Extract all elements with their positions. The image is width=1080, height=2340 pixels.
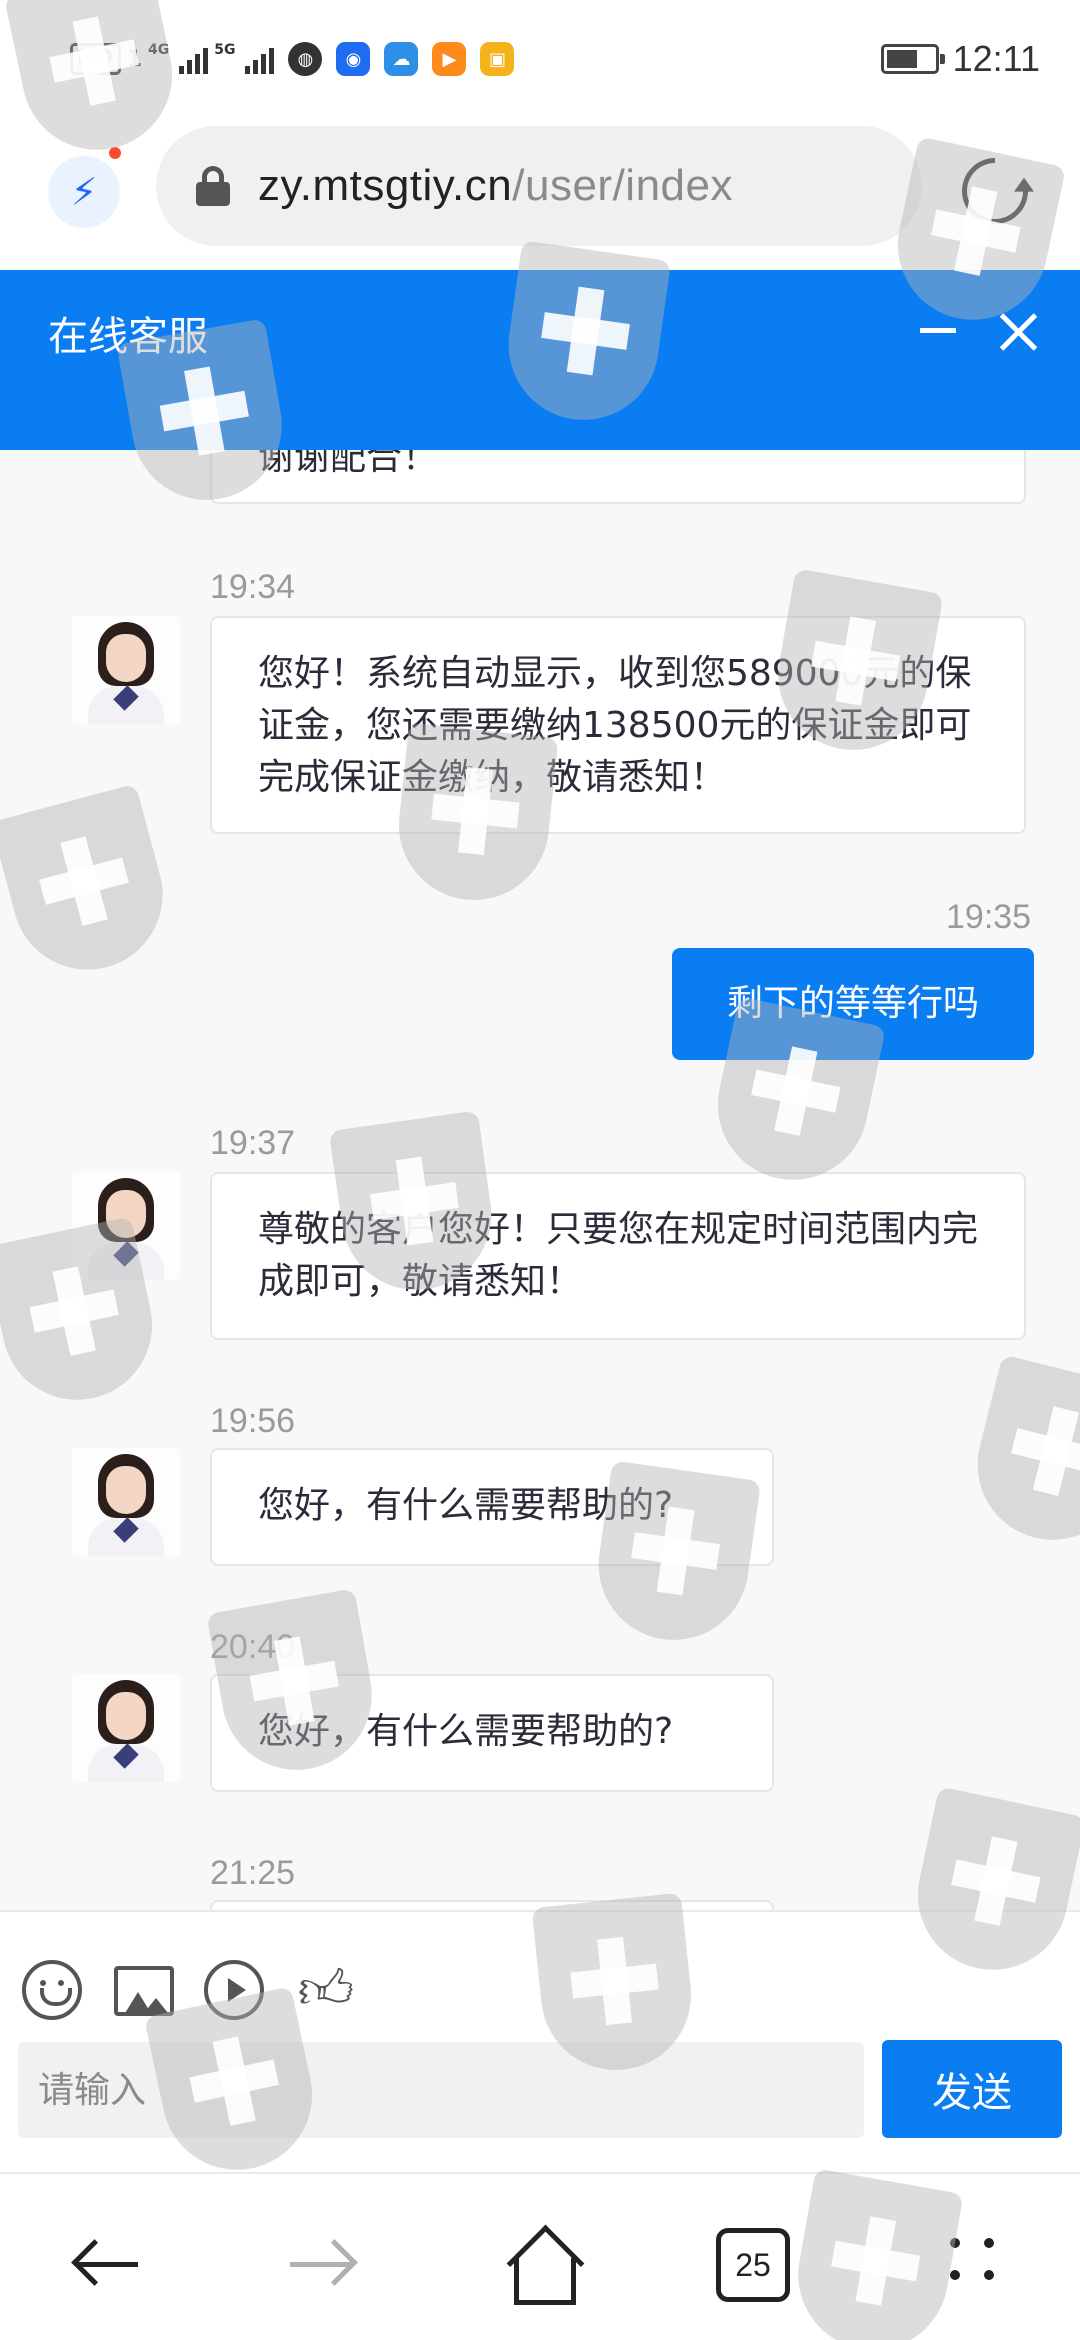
browser-bottom-nav: 25: [0, 2172, 1080, 2340]
message-bubble-incoming: 您好，有什么需要帮助的?: [210, 1674, 774, 1792]
cloud-icon: ☁: [384, 42, 419, 76]
avatar: [72, 1172, 180, 1280]
message-bubble-outgoing: 剩下的等等行吗: [672, 948, 1034, 1060]
forward-icon[interactable]: [282, 2224, 362, 2304]
url-path: /user/index: [512, 161, 733, 210]
hd-badge: HD: [70, 43, 121, 75]
status-right: 12:11: [880, 38, 1040, 80]
message-timestamp: 19:35: [946, 898, 1032, 936]
message-timestamp: 21:25: [210, 1854, 296, 1892]
url-host: zy.mtsgtiy.cn: [258, 161, 513, 210]
tabs-button[interactable]: 25: [716, 2228, 790, 2302]
play-icon: ▶: [432, 42, 467, 76]
message-text: 谢谢配合！: [258, 450, 439, 478]
network-type-2: 5G: [214, 42, 236, 58]
network-type-1: 4G: [148, 42, 170, 58]
message-text: 您好，有什么需要帮助的?: [258, 1711, 674, 1752]
reload-icon[interactable]: [948, 144, 1042, 238]
status-bar: HD 1 4G 5G ◍ ◉ ☁ ▶ ▣ 12:11: [0, 0, 1080, 120]
globe-icon: ◍: [288, 42, 323, 76]
message-timestamp: 20:40: [210, 1628, 296, 1666]
status-left: HD 1 4G 5G ◍ ◉ ☁ ▶ ▣: [70, 42, 515, 76]
message-text: 剩下的等等行吗: [726, 983, 979, 1024]
message-input[interactable]: [18, 2042, 864, 2138]
lightning-icon[interactable]: ⚡: [48, 156, 120, 228]
browser-toolbar: ⚡ zy.mtsgtiy.cn/user/index: [0, 120, 1080, 270]
message-bubble-incoming: 尊敬的客户您好！只要您在规定时间范围内完成即可，敬请悉知！: [210, 1172, 1026, 1340]
minimize-button[interactable]: [920, 328, 956, 333]
sim-indicator: 1: [126, 46, 142, 72]
image-icon[interactable]: [114, 1966, 174, 2016]
message-timestamp: 19:34: [210, 568, 296, 606]
message-bubble-incoming: 您好！系统自动显示，收到您589000元的保证金，您还需要缴纳138500元的保…: [210, 616, 1026, 834]
lock-icon: [196, 166, 230, 206]
notification-dot: [106, 144, 124, 162]
chat-title: 在线客服: [48, 314, 208, 360]
thumbs-up-icon[interactable]: 👍︎: [296, 1960, 356, 2020]
message-bubble-incoming: [210, 1900, 774, 1910]
composer: 👍︎ 发送: [0, 1910, 1080, 2172]
avatar: [72, 1674, 180, 1782]
box-icon: ▣: [480, 42, 515, 76]
message-text: 尊敬的客户您好！只要您在规定时间范围内完成即可，敬请悉知！: [258, 1209, 979, 1302]
message-list[interactable]: 谢谢配合！ 19:34 您好！系统自动显示，收到您589000元的保证金，您还需…: [0, 450, 1080, 1910]
message-timestamp: 19:56: [210, 1402, 296, 1440]
back-icon[interactable]: [68, 2224, 148, 2304]
url-text: zy.mtsgtiy.cn/user/index: [258, 161, 733, 211]
chat-header: 在线客服: [0, 270, 1080, 450]
message-bubble-partial: 谢谢配合！: [210, 450, 1026, 504]
message-timestamp: 19:37: [210, 1124, 296, 1162]
message-text: 您好，有什么需要帮助的?: [258, 1485, 674, 1526]
menu-icon[interactable]: [944, 2224, 1024, 2304]
avatar: [72, 1448, 180, 1556]
video-icon[interactable]: [204, 1960, 264, 2020]
signal-icon: [179, 44, 209, 74]
message-bubble-incoming: 您好，有什么需要帮助的?: [210, 1448, 774, 1566]
avatar: [72, 616, 180, 724]
battery-icon: [880, 44, 945, 74]
send-button[interactable]: 发送: [882, 2040, 1062, 2138]
clock: 12:11: [952, 38, 1040, 79]
address-bar[interactable]: zy.mtsgtiy.cn/user/index: [156, 126, 922, 246]
bulb-icon: ◉: [336, 42, 371, 76]
emoji-icon[interactable]: [22, 1960, 82, 2020]
signal-icon: [245, 44, 275, 74]
message-text: 您好！系统自动显示，收到您589000元的保证金，您还需要缴纳138500元的保…: [258, 653, 972, 798]
close-button[interactable]: [996, 310, 1040, 354]
home-icon[interactable]: [500, 2224, 580, 2305]
